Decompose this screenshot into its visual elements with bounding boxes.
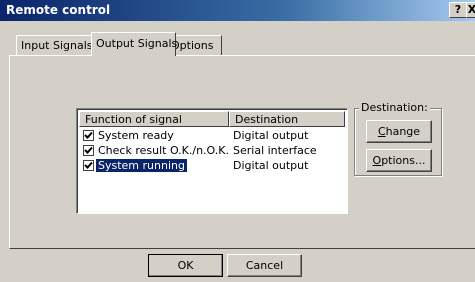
options-button[interactable]: Options... [366,149,432,172]
row-function: System ready [98,129,174,142]
tab-label: Output Signals [96,37,178,50]
row-destination: Digital output [233,159,309,172]
list-item[interactable]: System running Digital output [81,159,346,173]
list-item[interactable]: System ready Digital output [81,129,346,143]
row-function: Check result O.K./n.O.K. [98,144,229,157]
options-accelerator: O [372,154,382,167]
title-bar[interactable]: Remote control ? X [0,0,475,21]
change-accelerator: C [377,125,386,138]
column-header-function[interactable]: Function of signal [79,111,229,127]
row-function-selected: System running [96,159,187,172]
list-item[interactable]: Check result O.K./n.O.K. Serial interfac… [81,144,346,158]
ok-button[interactable]: OK [148,254,223,277]
row-checkbox[interactable] [83,145,94,156]
tab-label: Options [171,39,214,52]
row-checkbox[interactable] [83,130,94,141]
check-icon [84,131,93,139]
close-button[interactable]: X [466,2,475,18]
window-title: Remote control [6,3,111,17]
column-header-destination[interactable]: Destination [229,111,345,127]
change-button[interactable]: Change [366,120,432,143]
cancel-button[interactable]: Cancel [227,254,302,277]
help-button[interactable]: ? [449,2,467,18]
check-icon [84,146,93,154]
change-label-rest: hange [385,125,421,138]
remote-control-dialog: Remote control ? X Input Signals Output … [0,0,475,282]
row-checkbox[interactable] [83,160,94,171]
tab-output-signals[interactable]: Output Signals [91,32,178,56]
tab-label: Input Signals [21,39,93,52]
options-label-rest: ptions... [381,154,426,167]
check-icon [84,161,93,169]
destination-group-label: Destination: [359,101,430,114]
row-destination: Serial interface [233,144,317,157]
signal-list[interactable]: Function of signal Destination System re… [76,108,348,214]
signal-list-body: Function of signal Destination System re… [77,109,347,213]
row-destination: Digital output [233,129,309,142]
tab-input-signals[interactable]: Input Signals [16,35,101,56]
